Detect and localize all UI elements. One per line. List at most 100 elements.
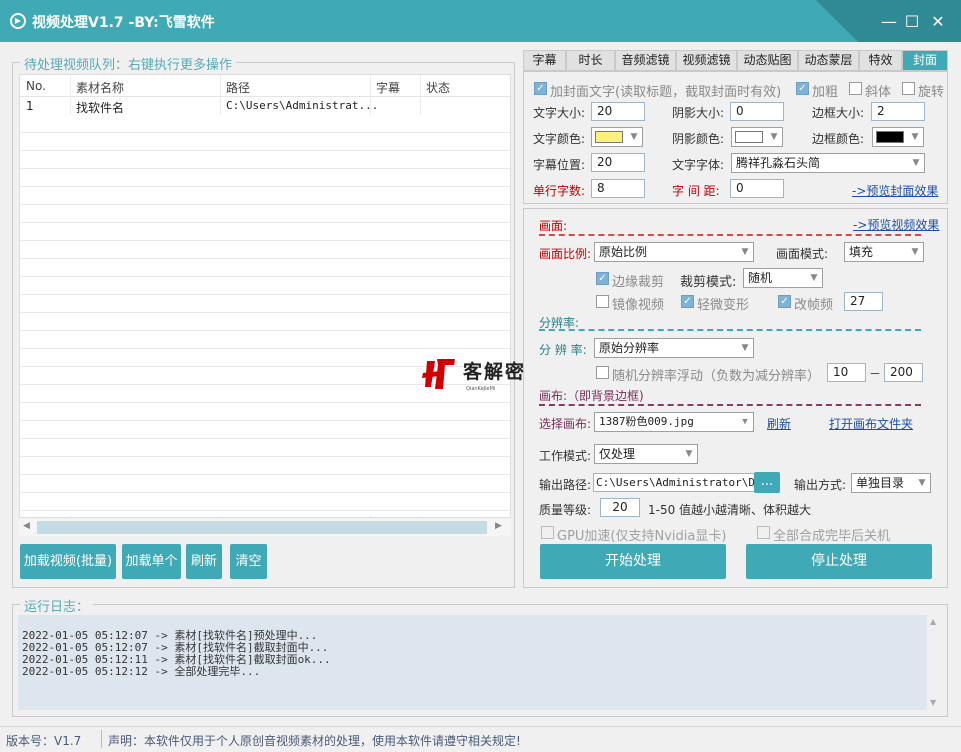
- random-res-label: 随机分辨率浮动（负数为减分辨率）: [612, 369, 821, 384]
- font-face-label: 文字字体:: [672, 158, 725, 172]
- scroll-left-icon[interactable]: ◀: [23, 521, 30, 531]
- tab-subtitle[interactable]: 字幕: [523, 50, 566, 71]
- tab-duration[interactable]: 时长: [566, 50, 615, 71]
- bold-checkbox[interactable]: ✓: [796, 82, 809, 95]
- shadow-color-picker[interactable]: ▼: [731, 127, 783, 147]
- font-color-picker[interactable]: ▼: [591, 127, 643, 147]
- crop-mode-select[interactable]: 随机 ▼: [743, 268, 823, 288]
- chars-label: 单行字数:: [533, 184, 586, 198]
- font-size-input[interactable]: 20: [591, 102, 645, 121]
- preview-cover-link[interactable]: ->预览封面效果: [852, 182, 938, 199]
- tab-video-filter[interactable]: 视频滤镜: [676, 50, 737, 71]
- clear-button[interactable]: 清空: [230, 544, 267, 579]
- shutdown-label: 全部合成完毕后关机: [773, 529, 891, 544]
- scroll-up-icon[interactable]: ▲: [930, 617, 936, 626]
- watermark-text: 客解密: [463, 361, 527, 383]
- canvas-title: 画布:（即背景边框): [539, 389, 644, 403]
- chevron-down-icon: ▼: [770, 132, 778, 142]
- refresh-button[interactable]: 刷新: [186, 544, 222, 579]
- tab-cover[interactable]: 封面: [902, 50, 948, 71]
- resolution-select[interactable]: 原始分辨率 ▼: [594, 338, 754, 358]
- ratio-label: 画面比例:: [539, 247, 592, 261]
- shadow-size-input[interactable]: 0: [730, 102, 784, 121]
- frame-title: 画面:: [539, 219, 568, 233]
- col-no: No.: [26, 79, 46, 93]
- mode-select[interactable]: 填充 ▼: [844, 242, 924, 262]
- ratio-select[interactable]: 原始比例 ▼: [594, 242, 754, 262]
- canvas-refresh-link[interactable]: 刷新: [767, 415, 791, 432]
- close-button[interactable]: ✕: [925, 10, 951, 34]
- res-max-input[interactable]: 200: [884, 363, 923, 382]
- empty-rows: [20, 115, 510, 515]
- out-mode-value: 单独目录: [856, 476, 905, 490]
- fps-checkbox[interactable]: ✓: [778, 295, 791, 308]
- out-mode-select[interactable]: 单独目录 ▼: [851, 473, 931, 493]
- frame-divider: [539, 234, 921, 236]
- spacing-input[interactable]: 0: [730, 179, 784, 198]
- scroll-down-icon[interactable]: ▼: [930, 698, 936, 707]
- edge-crop-checkbox[interactable]: ✓: [596, 272, 609, 285]
- table-row[interactable]: 1 找软件名 C:\Users\Administrat...: [20, 97, 510, 115]
- resolution-divider: [539, 329, 921, 331]
- italic-checkbox[interactable]: [849, 82, 862, 95]
- out-path-input[interactable]: C:\Users\Administrator\Des: [593, 473, 755, 492]
- work-mode-select[interactable]: 仅处理 ▼: [594, 444, 698, 464]
- deform-checkbox[interactable]: ✓: [681, 295, 694, 308]
- open-canvas-folder-link[interactable]: 打开画布文件夹: [829, 415, 913, 432]
- out-path-label: 输出路径:: [539, 478, 592, 492]
- chevron-down-icon: ▼: [911, 132, 919, 142]
- sub-pos-input[interactable]: 20: [591, 153, 645, 172]
- random-res-checkbox[interactable]: [596, 366, 609, 379]
- start-button[interactable]: 开始处理: [540, 544, 726, 579]
- res-min-input[interactable]: 10: [827, 363, 866, 382]
- app-play-icon: ▶: [10, 13, 26, 29]
- chevron-down-icon: ▼: [742, 417, 748, 427]
- rotate-checkbox[interactable]: [902, 82, 915, 95]
- scroll-right-icon[interactable]: ▶: [495, 521, 502, 531]
- canvas-divider: [539, 404, 921, 406]
- tab-mask[interactable]: 动态蒙层: [798, 50, 859, 71]
- maximize-button[interactable]: ☐: [899, 10, 925, 34]
- shadow-size-label: 阴影大小:: [672, 106, 725, 120]
- scroll-thumb[interactable]: [37, 521, 487, 534]
- font-face-select[interactable]: 腾祥孔淼石头简 ▼: [731, 153, 925, 173]
- canvas-select[interactable]: 1387粉色009.jpg ▼: [594, 412, 754, 432]
- tab-sticker[interactable]: 动态贴图: [737, 50, 798, 71]
- load-batch-button[interactable]: 加载视频(批量): [20, 544, 116, 579]
- fps-input[interactable]: 27: [844, 292, 883, 311]
- mirror-checkbox[interactable]: [596, 295, 609, 308]
- canvas-label: 选择画布:: [539, 417, 592, 431]
- log-scrollbar[interactable]: ▲ ▼: [927, 615, 941, 710]
- horizontal-scrollbar[interactable]: ◀ ▶: [19, 519, 511, 536]
- border-size-input[interactable]: 2: [871, 102, 925, 121]
- gpu-checkbox[interactable]: [541, 526, 554, 539]
- tab-audio-filter[interactable]: 音频滤镜: [615, 50, 676, 71]
- chevron-down-icon: ▼: [918, 478, 926, 488]
- load-single-button[interactable]: 加载单个: [122, 544, 181, 579]
- crop-mode-label: 裁剪模式:: [680, 275, 737, 290]
- watermark-logo: [421, 355, 461, 393]
- stop-button[interactable]: 停止处理: [746, 544, 932, 579]
- crop-mode-value: 随机: [748, 271, 773, 285]
- shutdown-checkbox[interactable]: [757, 526, 770, 539]
- title-bar: ▶ 视频处理V1.7 -BY:飞雪软件 — ☐ ✕: [0, 0, 961, 42]
- quality-input[interactable]: 20: [600, 498, 640, 517]
- res-range-separator: －: [869, 367, 882, 381]
- browse-button[interactable]: ...: [754, 472, 780, 493]
- tab-effects[interactable]: 特效: [859, 50, 902, 71]
- queue-title: 待处理视频队列：右键执行更多操作: [20, 54, 237, 73]
- resolution-label: 分 辨 率:: [539, 343, 587, 357]
- chevron-down-icon: ▼: [810, 273, 818, 283]
- chevron-down-icon: ▼: [741, 343, 749, 353]
- ratio-value: 原始比例: [599, 245, 648, 259]
- quality-label: 质量等级:: [539, 503, 592, 517]
- preview-video-link[interactable]: ->预览视频效果: [853, 216, 939, 233]
- log-textarea[interactable]: 2022-01-05 05:12:07 -> 素材[找软件名]预处理中... 20…: [18, 615, 927, 710]
- add-text-checkbox[interactable]: ✓: [534, 82, 547, 95]
- border-color-picker[interactable]: ▼: [872, 127, 924, 147]
- font-color-swatch: [595, 131, 623, 143]
- chars-input[interactable]: 8: [591, 179, 645, 198]
- queue-table[interactable]: No. 素材名称 路径 字幕 状态 1 找软件名 C:\Users\Admini…: [19, 74, 511, 518]
- cell-no: 1: [26, 99, 34, 113]
- mode-label: 画面模式:: [776, 247, 829, 261]
